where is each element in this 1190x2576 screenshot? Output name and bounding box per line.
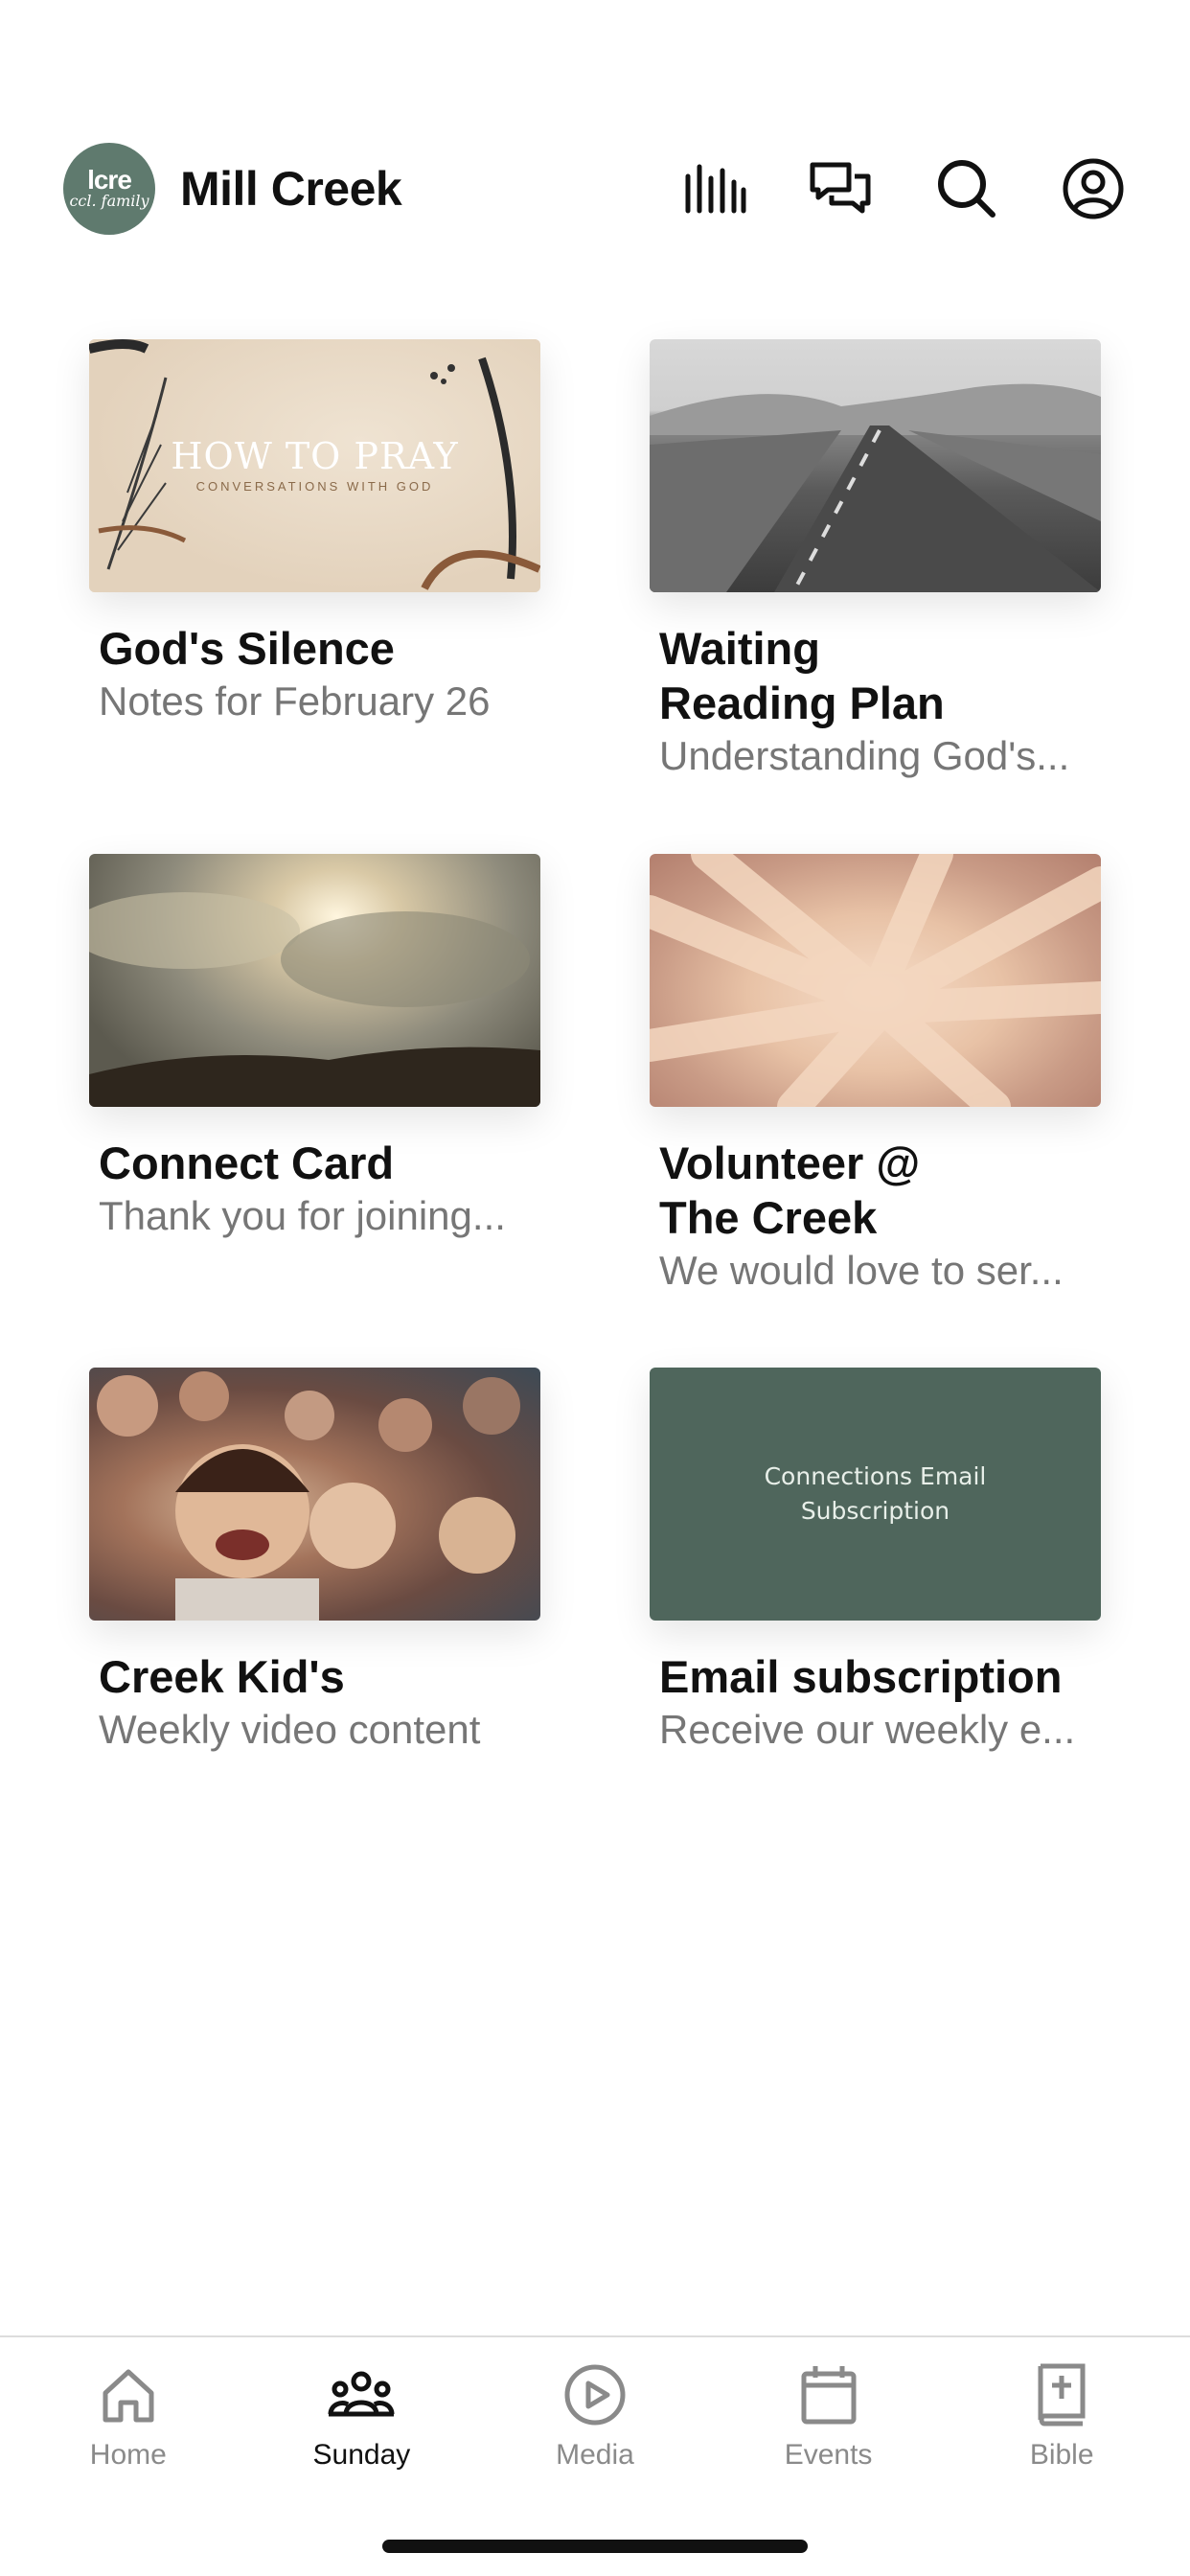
card-title-line2: Reading Plan — [659, 678, 945, 728]
card-thumbnail — [89, 1368, 540, 1621]
tab-label: Bible — [1029, 2439, 1094, 2471]
stats-icon[interactable] — [680, 155, 747, 222]
card-thumbnail: Connections Email Subscription — [650, 1368, 1101, 1621]
card-subtitle: We would love to ser... — [659, 1248, 1064, 1293]
road-image — [650, 383, 1101, 592]
sky-image — [89, 892, 540, 1107]
kids-image — [97, 1371, 520, 1621]
card-connect-card[interactable]: Connect Card Thank you for joining... — [89, 854, 540, 1242]
app-title: Mill Creek — [180, 162, 402, 216]
card-subtitle: Understanding God's... — [659, 733, 1070, 778]
bible-icon — [1038, 2363, 1086, 2426]
logo-tagline: ccl. family — [69, 192, 149, 210]
thumb-subheading: CONVERSATIONS WITH GOD — [195, 479, 434, 494]
thumb-text-line1: Connections Email — [764, 1462, 987, 1490]
card-title: Waiting Reading Plan — [650, 621, 1101, 730]
card-subtitle: Weekly video content — [99, 1707, 481, 1752]
tab-events[interactable]: Events — [733, 2337, 925, 2500]
app-header: lcre ccl. family Mill Creek — [63, 142, 1127, 236]
card-thumbnail: HOW TO PRAY CONVERSATIONS WITH GOD — [89, 339, 540, 592]
calendar-icon — [801, 2366, 857, 2425]
card-title: Connect Card — [99, 1138, 395, 1188]
card-waiting-reading-plan[interactable]: Waiting Reading Plan Understanding God's.… — [650, 339, 1101, 782]
hands-image — [650, 854, 1101, 1107]
tab-label: Home — [89, 2439, 167, 2471]
card-creek-kids[interactable]: Creek Kid's Weekly video content — [89, 1368, 540, 1756]
tab-label: Events — [784, 2439, 873, 2471]
tab-label: Sunday — [312, 2439, 411, 2471]
home-indicator[interactable] — [382, 2540, 808, 2553]
profile-icon[interactable] — [1060, 155, 1127, 222]
card-subtitle: Notes for February 26 — [99, 678, 491, 724]
card-gods-silence[interactable]: HOW TO PRAY CONVERSATIONS WITH GOD God's… — [89, 339, 540, 727]
card-email-subscription[interactable]: Connections Email Subscription Email subs… — [650, 1368, 1101, 1756]
thumb-text-line2: Subscription — [800, 1497, 950, 1525]
card-title: God's Silence — [99, 623, 395, 674]
card-thumbnail — [650, 339, 1101, 592]
card-title: Volunteer @ The Creek — [650, 1136, 1101, 1245]
play-icon — [564, 2364, 626, 2426]
card-subtitle: Receive our weekly e... — [659, 1707, 1076, 1752]
home-icon — [103, 2369, 154, 2423]
card-subtitle: Thank you for joining... — [99, 1193, 506, 1238]
card-volunteer[interactable]: Volunteer @ The Creek We would love to se… — [650, 854, 1101, 1297]
card-thumbnail — [89, 854, 540, 1107]
card-title-line1: Waiting — [659, 623, 820, 674]
thumb-text: Connections Email Subscription — [765, 1460, 987, 1529]
thumb-heading: HOW TO PRAY — [171, 435, 459, 477]
tab-label: Media — [556, 2439, 634, 2471]
tab-home[interactable]: Home — [33, 2337, 224, 2500]
card-thumbnail — [650, 854, 1101, 1107]
people-icon — [328, 2371, 395, 2417]
card-title: Creek Kid's — [99, 1651, 345, 1702]
card-title: Email subscription — [659, 1651, 1063, 1702]
header-actions — [621, 155, 1127, 222]
church-logo[interactable]: lcre ccl. family — [63, 143, 155, 235]
card-title-line2: The Creek — [659, 1192, 878, 1243]
logo-text: lcre — [87, 165, 132, 195]
search-icon[interactable] — [933, 155, 1000, 222]
tab-media[interactable]: Media — [499, 2337, 691, 2500]
tab-sunday[interactable]: Sunday — [265, 2337, 457, 2500]
chat-icon[interactable] — [807, 155, 874, 222]
card-title-line1: Volunteer @ — [659, 1138, 921, 1188]
tab-bible[interactable]: Bible — [966, 2337, 1157, 2500]
